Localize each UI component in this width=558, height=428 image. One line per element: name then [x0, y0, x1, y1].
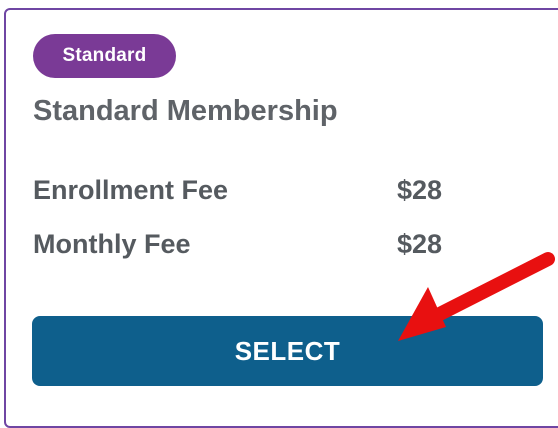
monthly-fee-label: Monthly Fee [33, 229, 191, 259]
plan-badge: Standard [33, 34, 176, 78]
enrollment-fee-label: Enrollment Fee [33, 175, 229, 205]
monthly-fee-row: Monthly Fee $28 [33, 229, 493, 269]
plan-title: Standard Membership [33, 95, 338, 127]
monthly-fee-value: $28 [397, 229, 443, 259]
enrollment-fee-value: $28 [397, 175, 443, 205]
enrollment-fee-row: Enrollment Fee $28 [33, 175, 493, 215]
select-button[interactable]: SELECT [32, 316, 543, 386]
